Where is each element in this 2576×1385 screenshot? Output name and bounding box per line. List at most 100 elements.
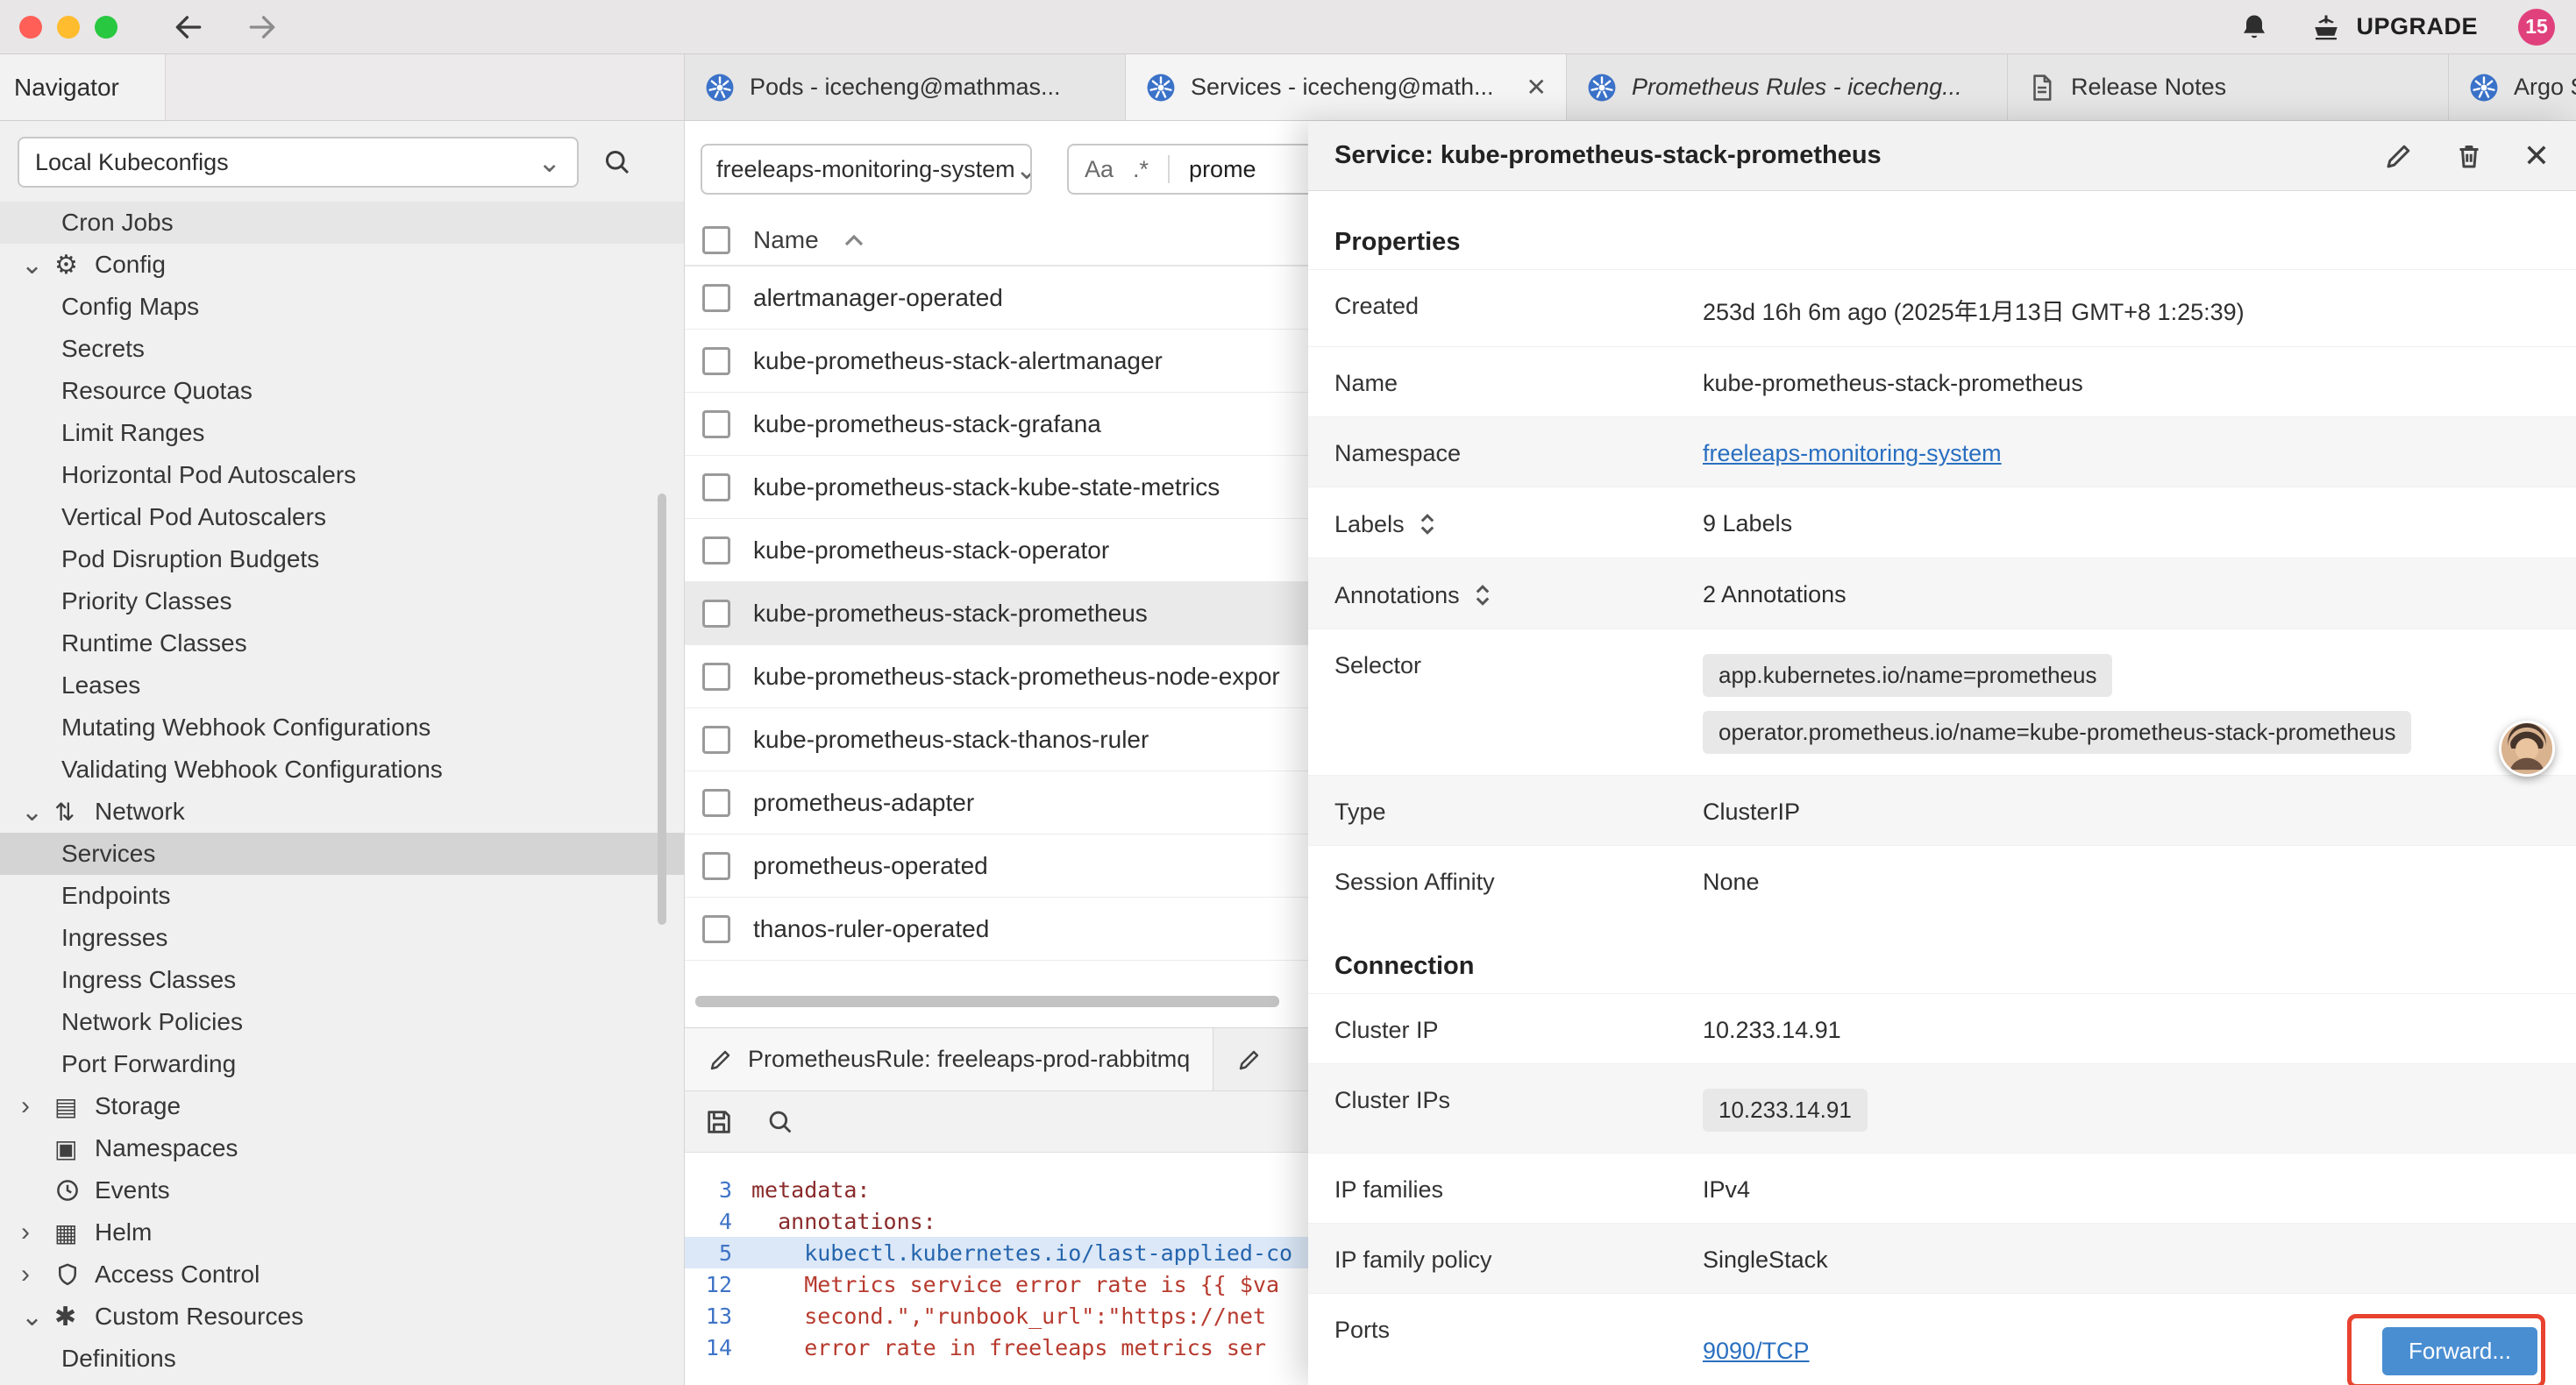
row-checkbox[interactable] xyxy=(702,852,730,880)
sidebar-item-endpoints[interactable]: Endpoints xyxy=(0,875,684,917)
port-link[interactable]: 9090/TCP xyxy=(1703,1338,1810,1365)
sidebar-item-horizontal-pod-autoscalers[interactable]: Horizontal Pod Autoscalers xyxy=(0,454,684,496)
select-all-checkbox[interactable] xyxy=(702,226,730,254)
row-checkbox[interactable] xyxy=(702,536,730,565)
sidebar-scrollbar[interactable] xyxy=(658,494,666,925)
tab-prometheus-rules-icecheng[interactable]: Prometheus Rules - icecheng... xyxy=(1567,54,2008,120)
sidebar-item-mutating-webhook-configurations[interactable]: Mutating Webhook Configurations xyxy=(0,707,684,749)
table-row[interactable]: thanos-ruler-operated xyxy=(685,898,1308,961)
close-tab-icon[interactable]: ✕ xyxy=(1526,73,1547,102)
column-header-name[interactable]: Name xyxy=(753,226,819,254)
maximize-window-button[interactable] xyxy=(95,16,117,39)
expander-icon[interactable] xyxy=(1417,510,1438,538)
sidebar-item-ingress-classes[interactable]: Ingress Classes xyxy=(0,959,684,1001)
sort-ascending-icon[interactable] xyxy=(843,233,865,247)
regex-toggle[interactable]: .* xyxy=(1133,156,1149,183)
kubeconfig-selector[interactable]: Local Kubeconfigs ⌄ xyxy=(18,137,579,188)
row-checkbox[interactable] xyxy=(702,663,730,691)
sidebar-item-storage[interactable]: ›▤Storage xyxy=(0,1085,684,1127)
sidebar-item-leases[interactable]: Leases xyxy=(0,664,684,707)
sidebar-item-config-maps[interactable]: Config Maps xyxy=(0,286,684,328)
row-checkbox[interactable] xyxy=(702,473,730,501)
back-button[interactable] xyxy=(172,11,205,44)
chevron-down-icon[interactable]: ⌄ xyxy=(21,250,54,281)
upgrade-button[interactable]: UPGRADE xyxy=(2310,11,2478,43)
table-row[interactable]: kube-prometheus-stack-prometheus-node-ex… xyxy=(685,645,1308,708)
close-drawer-icon[interactable]: ✕ xyxy=(2523,140,2550,172)
sidebar-item-limit-ranges[interactable]: Limit Ranges xyxy=(0,412,684,454)
tab-argo-se[interactable]: Argo Se xyxy=(2449,54,2576,120)
horizontal-scrollbar[interactable] xyxy=(695,996,1279,1007)
delete-service-icon[interactable] xyxy=(2453,140,2485,172)
row-checkbox[interactable] xyxy=(702,726,730,754)
close-window-button[interactable] xyxy=(19,16,42,39)
sidebar-item-custom-resources[interactable]: ⌄✱Custom Resources xyxy=(0,1296,684,1338)
tab-release-notes[interactable]: Release Notes xyxy=(2008,54,2449,120)
editor-line[interactable]: 5 kubectl.kubernetes.io/last-applied-co xyxy=(685,1237,1308,1268)
sidebar-item-port-forwarding[interactable]: Port Forwarding xyxy=(0,1043,684,1085)
sidebar-search-icon[interactable] xyxy=(601,146,633,178)
sidebar-item-secrets[interactable]: Secrets xyxy=(0,328,684,370)
forward-button[interactable] xyxy=(246,11,279,44)
editor-line[interactable]: 4 annotations: xyxy=(685,1205,1308,1237)
sidebar-item-pod-disruption-budgets[interactable]: Pod Disruption Budgets xyxy=(0,538,684,580)
chevron-right-icon[interactable]: › xyxy=(21,1218,54,1247)
sidebar-item-network-policies[interactable]: Network Policies xyxy=(0,1001,684,1043)
dock-tab-prometheusrule[interactable]: PrometheusRule: freeleaps-prod-rabbitmq xyxy=(685,1028,1213,1090)
table-row[interactable]: alertmanager-operated xyxy=(685,266,1308,330)
table-row[interactable]: prometheus-operated xyxy=(685,835,1308,898)
editor-line[interactable]: 14 error rate in freeleaps metrics ser xyxy=(685,1332,1308,1363)
editor-search-icon[interactable] xyxy=(765,1107,795,1137)
sidebar-item-vertical-pod-autoscalers[interactable]: Vertical Pod Autoscalers xyxy=(0,496,684,538)
navigator-tab[interactable]: Navigator xyxy=(0,54,166,120)
sidebar-item-runtime-classes[interactable]: Runtime Classes xyxy=(0,622,684,664)
sidebar-item-helm[interactable]: ›▦Helm xyxy=(0,1211,684,1254)
table-row[interactable]: kube-prometheus-stack-prometheus xyxy=(685,582,1308,645)
sidebar-item-priority-classes[interactable]: Priority Classes xyxy=(0,580,684,622)
list-search-input[interactable]: Aa .* prome xyxy=(1067,144,1308,195)
expander-icon[interactable] xyxy=(1472,581,1493,609)
table-row[interactable]: prometheus-adapter xyxy=(685,771,1308,835)
editor-line[interactable]: 13 second.","runbook_url":"https://net xyxy=(685,1300,1308,1332)
editor-line[interactable]: 12 Metrics service error rate is {{ $va xyxy=(685,1268,1308,1300)
sidebar-item-resource-quotas[interactable]: Resource Quotas xyxy=(0,370,684,412)
row-checkbox[interactable] xyxy=(702,284,730,312)
chevron-down-icon[interactable]: ⌄ xyxy=(21,1302,54,1332)
sidebar-item-definitions[interactable]: Definitions xyxy=(0,1338,684,1380)
sidebar-item-validating-webhook-configurations[interactable]: Validating Webhook Configurations xyxy=(0,749,684,791)
sidebar-item-services[interactable]: Services xyxy=(0,833,684,875)
notifications-bell-icon[interactable] xyxy=(2238,11,2270,43)
forward-button[interactable]: Forward... xyxy=(2382,1327,2537,1375)
sidebar-item-network[interactable]: ⌄⇅Network xyxy=(0,791,684,833)
save-icon[interactable] xyxy=(704,1107,734,1137)
namespace-link[interactable]: freeleaps-monitoring-system xyxy=(1703,440,2002,466)
yaml-editor[interactable]: 3metadata:4 annotations:5 kubectl.kubern… xyxy=(685,1153,1308,1385)
row-checkbox[interactable] xyxy=(702,915,730,943)
match-case-toggle[interactable]: Aa xyxy=(1085,156,1114,183)
sidebar-item-access-control[interactable]: ›Access Control xyxy=(0,1254,684,1296)
sidebar-item-ingresses[interactable]: Ingresses xyxy=(0,917,684,959)
dock-tab-partial[interactable] xyxy=(1213,1028,1308,1090)
table-row[interactable]: kube-prometheus-stack-alertmanager xyxy=(685,330,1308,393)
row-checkbox[interactable] xyxy=(702,600,730,628)
table-row[interactable]: kube-prometheus-stack-grafana xyxy=(685,393,1308,456)
row-checkbox[interactable] xyxy=(702,789,730,817)
sidebar-item-namespaces[interactable]: ▣Namespaces xyxy=(0,1127,684,1169)
sidebar-item-cron-jobs[interactable]: Cron Jobs xyxy=(0,202,684,244)
table-row[interactable]: kube-prometheus-stack-operator xyxy=(685,519,1308,582)
chevron-right-icon[interactable]: › xyxy=(21,1260,54,1289)
user-avatar[interactable] xyxy=(2499,721,2555,777)
edit-service-icon[interactable] xyxy=(2383,140,2415,172)
notification-count-badge[interactable]: 15 xyxy=(2518,9,2555,46)
table-row[interactable]: kube-prometheus-stack-thanos-ruler xyxy=(685,708,1308,771)
tab-pods-icecheng-mathmas[interactable]: Pods - icecheng@mathmas... xyxy=(685,54,1126,120)
row-checkbox[interactable] xyxy=(702,347,730,375)
sidebar-item-config[interactable]: ⌄⚙Config xyxy=(0,244,684,286)
editor-line[interactable]: 3metadata: xyxy=(685,1174,1308,1205)
table-row[interactable]: kube-prometheus-stack-kube-state-metrics xyxy=(685,456,1308,519)
minimize-window-button[interactable] xyxy=(57,16,80,39)
namespace-filter-select[interactable]: freeleaps-monitoring-system ⌄ xyxy=(701,144,1032,195)
row-checkbox[interactable] xyxy=(702,410,730,438)
chevron-right-icon[interactable]: › xyxy=(21,1091,54,1121)
sidebar-item-events[interactable]: Events xyxy=(0,1169,684,1211)
